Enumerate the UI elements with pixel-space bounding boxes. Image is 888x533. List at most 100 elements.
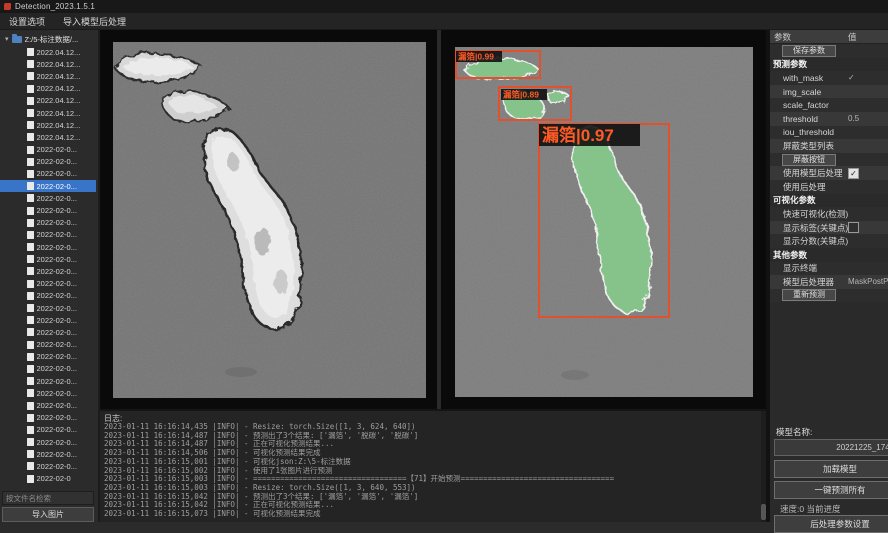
param-row: 使用后处理 xyxy=(770,180,888,194)
file-item-label: 2022-02-0... xyxy=(37,194,77,203)
file-item[interactable]: 2022.04.12... xyxy=(0,58,96,70)
file-item-label: 2022.04.12... xyxy=(37,109,81,118)
menu-settings[interactable]: 设置选项 xyxy=(9,15,45,28)
image-panels: 漏箔|0.99 漏箔|0.89 漏箔|0.97 xyxy=(100,30,766,409)
load-model-button[interactable]: 加载模型 xyxy=(774,460,888,478)
param-section-header: 可视化参数 xyxy=(770,194,888,208)
file-item[interactable]: 2022-02-0... xyxy=(0,436,96,448)
file-item-label: 2022-02-0... xyxy=(37,340,77,349)
file-item-label: 2022-02-0... xyxy=(37,401,77,410)
param-checkbox[interactable]: ✓ xyxy=(848,168,859,179)
file-item[interactable]: 2022-02-0... xyxy=(0,253,96,265)
file-item-label: 2022-02-0... xyxy=(37,462,77,471)
param-button[interactable]: 重新预测 xyxy=(782,289,836,301)
file-item[interactable]: 2022-02-0... xyxy=(0,229,96,241)
file-item[interactable]: 2022-02-0... xyxy=(0,265,96,277)
file-item-label: 2022-02-0... xyxy=(37,169,77,178)
file-item[interactable]: 2022-02-0... xyxy=(0,241,96,253)
file-item[interactable]: 2022-02-0... xyxy=(0,399,96,411)
file-item-label: 2022.04.12... xyxy=(37,72,81,81)
file-item-label: 2022-02-0... xyxy=(37,328,77,337)
file-item[interactable]: 2022-02-0... xyxy=(0,290,96,302)
file-item[interactable]: 2022-02-0... xyxy=(0,339,96,351)
file-icon xyxy=(27,182,34,190)
file-icon xyxy=(27,194,34,202)
param-row: with_mask✓ xyxy=(770,71,888,85)
file-icon xyxy=(27,365,34,373)
param-label: 显示标签(关键点) xyxy=(770,222,848,234)
file-item-label: 2022-02-0 xyxy=(37,474,71,483)
search-input[interactable] xyxy=(2,491,94,505)
param-row: 显示分数(关键点) xyxy=(770,234,888,248)
param-button[interactable]: 保存参数 xyxy=(782,45,836,57)
file-item[interactable]: 2022-02-0... xyxy=(0,412,96,424)
file-item[interactable]: 2022-02-0... xyxy=(0,180,96,192)
file-item[interactable]: 2022-02-0... xyxy=(0,387,96,399)
file-item[interactable]: 2022-02-0... xyxy=(0,375,96,387)
original-image-panel xyxy=(100,30,437,409)
file-item[interactable]: 2022-02-0... xyxy=(0,424,96,436)
file-icon xyxy=(27,72,34,80)
file-item[interactable]: 2022-02-0... xyxy=(0,448,96,460)
file-item[interactable]: 2022-02-0... xyxy=(0,156,96,168)
window-title: Detection_2023.1.5.1 xyxy=(15,2,95,11)
param-col-header: 参数 xyxy=(770,31,848,43)
model-name-field[interactable]: 20221225_174813 xyxy=(774,439,888,456)
file-item-label: 2022-02-0... xyxy=(37,316,77,325)
file-item[interactable]: 2022-02-0... xyxy=(0,144,96,156)
param-row: 屏蔽按钮 xyxy=(770,153,888,167)
file-icon xyxy=(27,231,34,239)
file-item[interactable]: 2022-02-0... xyxy=(0,363,96,375)
center-area: 漏箔|0.99 漏箔|0.89 漏箔|0.97 日志: 2023-01-11 1… xyxy=(100,30,766,522)
file-item-label: 2022-02-0... xyxy=(37,218,77,227)
file-item[interactable]: 2022.04.12... xyxy=(0,70,96,82)
file-item[interactable]: 2022-02-0... xyxy=(0,204,96,216)
file-item[interactable]: 2022.04.12... xyxy=(0,46,96,58)
param-label: 快速可视化(检测) xyxy=(770,208,848,220)
app-logo-icon xyxy=(4,3,11,10)
import-images-button[interactable]: 导入图片 xyxy=(2,507,94,522)
param-row: iou_threshold xyxy=(770,126,888,140)
file-icon xyxy=(27,316,34,324)
file-item[interactable]: 2022-02-0... xyxy=(0,326,96,338)
file-icon xyxy=(27,170,34,178)
file-item-label: 2022-02-0... xyxy=(37,230,77,239)
tree-root[interactable]: ▾ Z:/5-标注数据/... xyxy=(0,33,96,46)
param-checkbox[interactable] xyxy=(848,222,859,233)
param-label: 显示分数(关键点) xyxy=(770,235,848,247)
file-item-label: 2022-02-0... xyxy=(37,413,77,422)
postprocess-settings-button[interactable]: 后处理参数设置 xyxy=(774,515,888,533)
file-icon xyxy=(27,280,34,288)
file-item[interactable]: 2022-02-0... xyxy=(0,314,96,326)
file-item[interactable]: 2022.04.12... xyxy=(0,131,96,143)
param-button[interactable]: 屏蔽按钮 xyxy=(782,154,836,166)
file-item[interactable]: 2022-02-0... xyxy=(0,168,96,180)
file-item[interactable]: 2022-02-0... xyxy=(0,302,96,314)
file-item[interactable]: 2022-02-0... xyxy=(0,460,96,472)
file-item[interactable]: 2022-02-0 xyxy=(0,473,96,485)
file-item[interactable]: 2022-02-0... xyxy=(0,278,96,290)
file-icon xyxy=(27,414,34,422)
file-item[interactable]: 2022.04.12... xyxy=(0,95,96,107)
file-item-label: 2022-02-0... xyxy=(37,352,77,361)
expand-arrow-icon[interactable]: ▾ xyxy=(5,36,9,43)
param-label: scale_factor xyxy=(770,100,848,110)
detection-label-3: 漏箔|0.97 xyxy=(542,125,614,145)
file-item[interactable]: 2022.04.12... xyxy=(0,119,96,131)
param-table-header: 参数 值 xyxy=(770,30,888,44)
log-console: 日志: 2023-01-11 16:16:14,435 |INFO| - Res… xyxy=(100,409,766,522)
file-item-label: 2022-02-0... xyxy=(37,182,77,191)
file-item-label: 2022.04.12... xyxy=(37,133,81,142)
file-icon xyxy=(27,219,34,227)
file-icon xyxy=(27,328,34,336)
param-label: iou_threshold xyxy=(770,127,848,137)
menu-import-postprocess[interactable]: 导入模型后处理 xyxy=(63,15,126,28)
predict-all-button[interactable]: 一键预测所有 xyxy=(774,481,888,499)
file-item[interactable]: 2022.04.12... xyxy=(0,83,96,95)
file-item[interactable]: 2022-02-0... xyxy=(0,351,96,363)
file-item-label: 2022.04.12... xyxy=(37,60,81,69)
param-row: 使用模型后处理✓ xyxy=(770,166,888,180)
file-item[interactable]: 2022-02-0... xyxy=(0,217,96,229)
file-item[interactable]: 2022-02-0... xyxy=(0,192,96,204)
file-item[interactable]: 2022.04.12... xyxy=(0,107,96,119)
